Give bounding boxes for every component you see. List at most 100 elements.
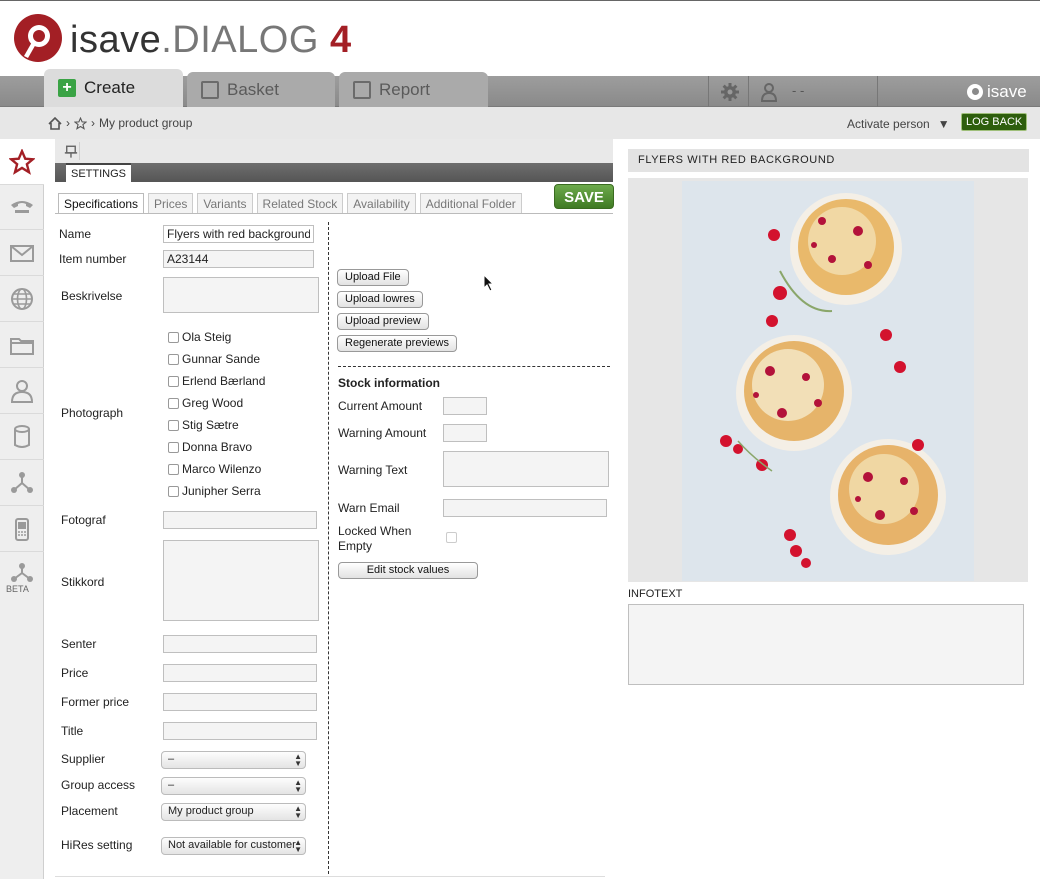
name-field[interactable] xyxy=(163,225,314,243)
warn-email-label: Warn Email xyxy=(338,501,400,515)
photographer-checkbox[interactable]: Marco Wilenzo xyxy=(168,462,261,476)
sidebar-item-favorites[interactable] xyxy=(0,139,44,185)
tab-basket[interactable]: Basket xyxy=(187,72,335,107)
warning-amount-field[interactable] xyxy=(443,424,487,442)
product-name: DIALOG xyxy=(172,19,319,61)
checkbox[interactable] xyxy=(168,375,179,387)
placement-select[interactable]: My product group ▲ ▼ xyxy=(161,803,306,821)
breadcrumb-separator: › xyxy=(91,116,95,130)
tab-availability[interactable]: Availability xyxy=(347,193,416,213)
log-back-button[interactable]: LOG BACK xyxy=(961,113,1028,131)
sidebar-item-database[interactable] xyxy=(0,414,44,460)
supplier-select[interactable]: – ▲ ▼ xyxy=(161,751,306,769)
infotext-textarea[interactable] xyxy=(628,604,1024,685)
activate-person-dropdown[interactable]: Activate person ▼ xyxy=(847,117,950,131)
photographer-checkbox[interactable]: Gunnar Sande xyxy=(168,352,260,366)
save-button[interactable]: SAVE xyxy=(554,184,614,209)
sidebar-item-phone[interactable] xyxy=(0,184,44,230)
edit-stock-values-button[interactable]: Edit stock values xyxy=(338,562,478,579)
breadcrumb-separator: › xyxy=(66,116,70,130)
checkbox[interactable] xyxy=(168,397,179,409)
supplier-label: Supplier xyxy=(61,752,106,766)
breadcrumb: › › My product group xyxy=(48,116,192,130)
locked-label-line1: Locked When xyxy=(338,524,412,538)
locked-when-empty-checkbox[interactable] xyxy=(446,532,457,543)
sidebar-item-folder[interactable] xyxy=(0,322,44,368)
photographer-checkbox[interactable]: Stig Sætre xyxy=(168,418,239,432)
checkbox[interactable] xyxy=(168,463,179,475)
pin-icon[interactable] xyxy=(62,142,80,160)
basket-icon xyxy=(201,80,219,99)
report-icon xyxy=(353,80,371,99)
warning-text-label: Warning Text xyxy=(338,463,408,477)
tab-report[interactable]: Report xyxy=(339,72,488,107)
locked-label-line2: Empty xyxy=(338,539,373,553)
checkbox[interactable] xyxy=(168,419,179,431)
product-preview-image[interactable] xyxy=(682,181,974,581)
current-amount-label: Current Amount xyxy=(338,399,423,413)
photographer-name: Greg Wood xyxy=(182,396,244,410)
item-number-field[interactable] xyxy=(163,250,314,268)
fotograf-label: Fotograf xyxy=(61,513,106,527)
gear-icon[interactable] xyxy=(720,82,740,102)
tab-specifications[interactable]: Specifications xyxy=(58,193,145,213)
title-label: Title xyxy=(61,724,84,738)
warn-email-field[interactable] xyxy=(443,499,607,517)
home-icon[interactable] xyxy=(48,116,62,130)
tab-create-label: Create xyxy=(84,78,136,97)
upload-preview-button[interactable]: Upload preview xyxy=(337,313,429,330)
placement-value: My product group xyxy=(168,805,254,817)
photographer-checkbox[interactable]: Donna Bravo xyxy=(168,440,252,454)
checkbox[interactable] xyxy=(168,353,179,365)
fotograf-field[interactable] xyxy=(163,511,317,529)
item-number-label: Item number xyxy=(59,252,127,266)
tab-prices[interactable]: Prices xyxy=(148,193,194,213)
checkbox[interactable] xyxy=(168,331,179,343)
group-access-select[interactable]: – ▲ ▼ xyxy=(161,777,306,795)
checkbox[interactable] xyxy=(168,441,179,453)
photographer-name: Ola Steig xyxy=(182,330,232,344)
senter-field[interactable] xyxy=(163,635,317,653)
upload-file-button[interactable]: Upload File xyxy=(337,269,409,286)
dropdown-arrow-icon: ▼ xyxy=(937,117,950,131)
name-label: Name xyxy=(59,227,92,241)
sidebar-item-web[interactable] xyxy=(0,276,44,322)
price-label: Price xyxy=(61,666,89,680)
tab-additional-folder[interactable]: Additional Folder xyxy=(419,193,522,213)
sidebar-item-mail[interactable] xyxy=(0,230,44,276)
upload-lowres-button[interactable]: Upload lowres xyxy=(337,291,423,308)
regenerate-previews-button[interactable]: Regenerate previews xyxy=(337,335,457,352)
sidebar-item-mobile[interactable] xyxy=(0,506,44,552)
photographer-checkbox[interactable]: Ola Steig xyxy=(168,330,231,344)
tab-variants[interactable]: Variants xyxy=(197,193,253,213)
star-icon[interactable] xyxy=(74,116,87,130)
breadcrumb-current[interactable]: My product group xyxy=(99,116,192,130)
settings-band xyxy=(55,163,613,182)
stikkord-textarea[interactable] xyxy=(163,540,319,621)
user-icon[interactable] xyxy=(760,82,778,102)
checkbox[interactable] xyxy=(168,485,179,497)
price-field[interactable] xyxy=(163,664,317,682)
sidebar-item-network[interactable] xyxy=(0,460,44,506)
former-price-field[interactable] xyxy=(163,693,317,711)
settings-tab[interactable]: SETTINGS xyxy=(66,163,132,182)
title-field[interactable] xyxy=(163,722,317,740)
group-access-value: – xyxy=(168,779,175,791)
photographer-checkbox[interactable]: Greg Wood xyxy=(168,396,243,410)
sidebar-item-person[interactable] xyxy=(0,368,44,414)
photographer-checkbox[interactable]: Erlend Bærland xyxy=(168,374,265,388)
tab-create[interactable]: + Create xyxy=(44,69,183,107)
photographer-checkbox[interactable]: Junipher Serra xyxy=(168,484,261,498)
warning-text-textarea[interactable] xyxy=(443,451,609,487)
photograph-label: Photograph xyxy=(61,406,124,420)
star-icon xyxy=(9,148,35,175)
current-amount-field[interactable] xyxy=(443,397,487,415)
beskrivelse-textarea[interactable] xyxy=(163,277,319,313)
column-divider xyxy=(328,222,329,874)
beta-label: BETA xyxy=(6,584,29,594)
tab-related-stock[interactable]: Related Stock xyxy=(256,193,344,213)
hires-setting-select[interactable]: Not available for customer ▲ ▼ xyxy=(161,837,306,855)
mail-icon xyxy=(10,244,34,262)
brand-small-logo: isave xyxy=(966,82,1027,102)
globe-icon xyxy=(11,287,33,310)
